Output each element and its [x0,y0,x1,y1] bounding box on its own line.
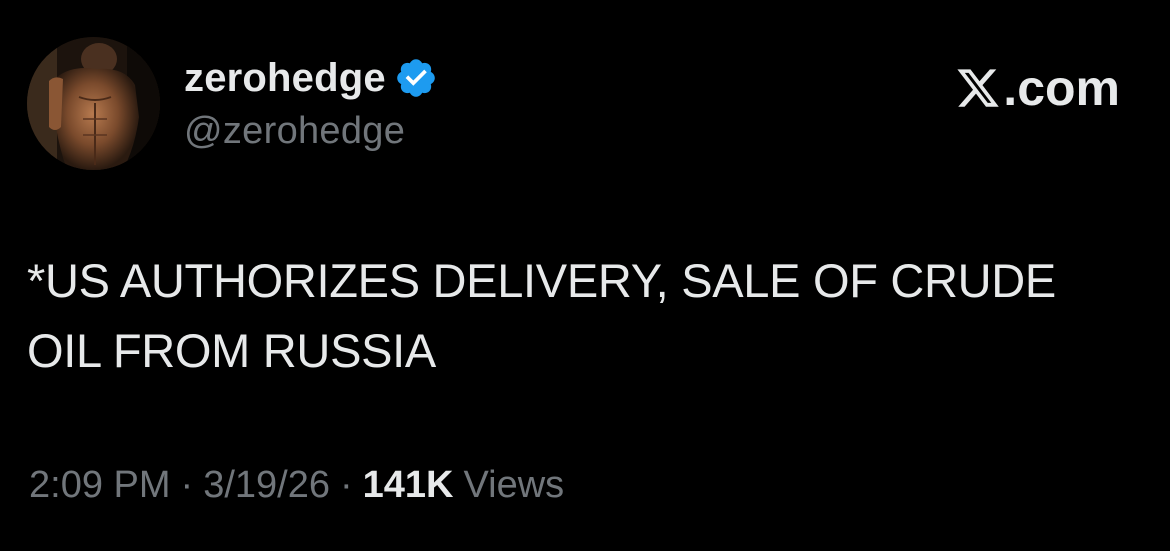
meta-separator: · [339,464,353,506]
author-display-name[interactable]: zerohedge [184,54,386,102]
platform-domain: .com [1003,60,1120,116]
author-avatar[interactable] [27,37,160,170]
views-label: Views [463,464,565,506]
meta-separator: · [180,464,194,506]
x-logo-icon [955,65,1001,111]
views-count[interactable]: 141K [363,461,454,509]
profile-avatar-image [27,37,160,170]
tweet-card: zerohedge @zerohedge .com *US AUTHORIZES… [0,0,1170,551]
tweet-time[interactable]: 2:09 PM [29,461,171,509]
author-handle[interactable]: @zerohedge [184,108,405,154]
tweet-date[interactable]: 3/19/26 [203,461,330,509]
platform-brand: .com [955,60,1120,116]
verified-checkmark-icon[interactable] [394,56,438,100]
author-name-row: zerohedge [184,54,438,102]
tweet-meta: 2:09 PM · 3/19/26 · 141K Views [29,461,564,509]
tweet-text: *US AUTHORIZES DELIVERY, SALE OF CRUDE O… [27,254,1056,377]
